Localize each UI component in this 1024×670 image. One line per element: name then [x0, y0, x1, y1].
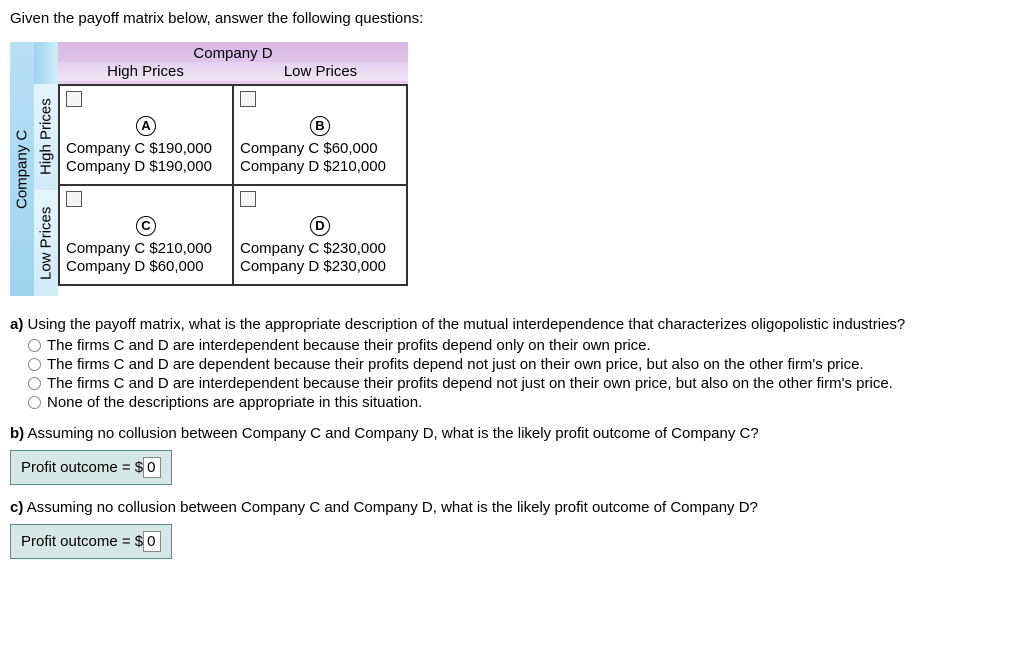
answer-input[interactable]: 0	[143, 457, 161, 478]
row-player-label: Company C	[10, 42, 34, 296]
cell-letter: B	[310, 116, 330, 136]
question-a: a) Using the payoff matrix, what is the …	[10, 316, 1014, 411]
question-b: b) Assuming no collusion between Company…	[10, 425, 1014, 485]
answer-box: Profit outcome = $0	[10, 450, 172, 485]
payoff-c: Company C $230,000	[240, 240, 400, 257]
option-row[interactable]: The firms C and D are interdependent bec…	[28, 337, 1014, 354]
payoff-d: Company D $190,000	[66, 158, 226, 175]
payoff-c: Company C $60,000	[240, 140, 400, 157]
answer-box: Profit outcome = $0	[10, 524, 172, 559]
option-text: The firms C and D are interdependent bec…	[47, 337, 651, 354]
option-text: None of the descriptions are appropriate…	[47, 394, 422, 411]
payoff-matrix: Company C High Prices Low Prices Company…	[10, 42, 1014, 296]
q-text: Using the payoff matrix, what is the app…	[23, 316, 905, 333]
option-row[interactable]: None of the descriptions are appropriate…	[28, 394, 1014, 411]
cell-checkbox[interactable]	[66, 91, 82, 107]
cell-letter: D	[310, 216, 330, 236]
q-text: Assuming no collusion between Company C …	[23, 499, 758, 516]
q-label: b)	[10, 425, 24, 442]
radio-icon[interactable]	[28, 339, 41, 352]
radio-icon[interactable]	[28, 396, 41, 409]
cell-checkbox[interactable]	[66, 191, 82, 207]
intro-text: Given the payoff matrix below, answer th…	[10, 10, 1014, 27]
option-text: The firms C and D are dependent because …	[47, 356, 864, 373]
q-label: a)	[10, 316, 23, 333]
cell-checkbox[interactable]	[240, 91, 256, 107]
payoff-c: Company C $190,000	[66, 140, 226, 157]
cell-letter: C	[136, 216, 156, 236]
row-label-high: High Prices	[34, 84, 58, 190]
payoff-d: Company D $60,000	[66, 258, 226, 275]
col-label-low: Low Prices	[233, 62, 408, 81]
cell-checkbox[interactable]	[240, 191, 256, 207]
payoff-d: Company D $210,000	[240, 158, 400, 175]
payoff-c: Company C $210,000	[66, 240, 226, 257]
radio-icon[interactable]	[28, 377, 41, 390]
answer-label: Profit outcome = $	[21, 533, 143, 550]
question-c: c) Assuming no collusion between Company…	[10, 499, 1014, 559]
answer-label: Profit outcome = $	[21, 459, 143, 476]
cell-B: B Company C $60,000 Company D $210,000	[233, 85, 407, 185]
payoff-d: Company D $230,000	[240, 258, 400, 275]
cell-letter: A	[136, 116, 156, 136]
radio-icon[interactable]	[28, 358, 41, 371]
cell-D: D Company C $230,000 Company D $230,000	[233, 185, 407, 285]
cell-C: C Company C $210,000 Company D $60,000	[59, 185, 233, 285]
option-text: The firms C and D are interdependent bec…	[47, 375, 893, 392]
cell-A: A Company C $190,000 Company D $190,000	[59, 85, 233, 185]
answer-input[interactable]: 0	[143, 531, 161, 552]
option-row[interactable]: The firms C and D are interdependent bec…	[28, 375, 1014, 392]
q-text: Assuming no collusion between Company C …	[24, 425, 759, 442]
row-label-low: Low Prices	[34, 190, 58, 296]
col-player-label: Company D	[58, 45, 408, 62]
q-label: c)	[10, 499, 23, 516]
option-row[interactable]: The firms C and D are dependent because …	[28, 356, 1014, 373]
col-label-high: High Prices	[58, 62, 233, 81]
